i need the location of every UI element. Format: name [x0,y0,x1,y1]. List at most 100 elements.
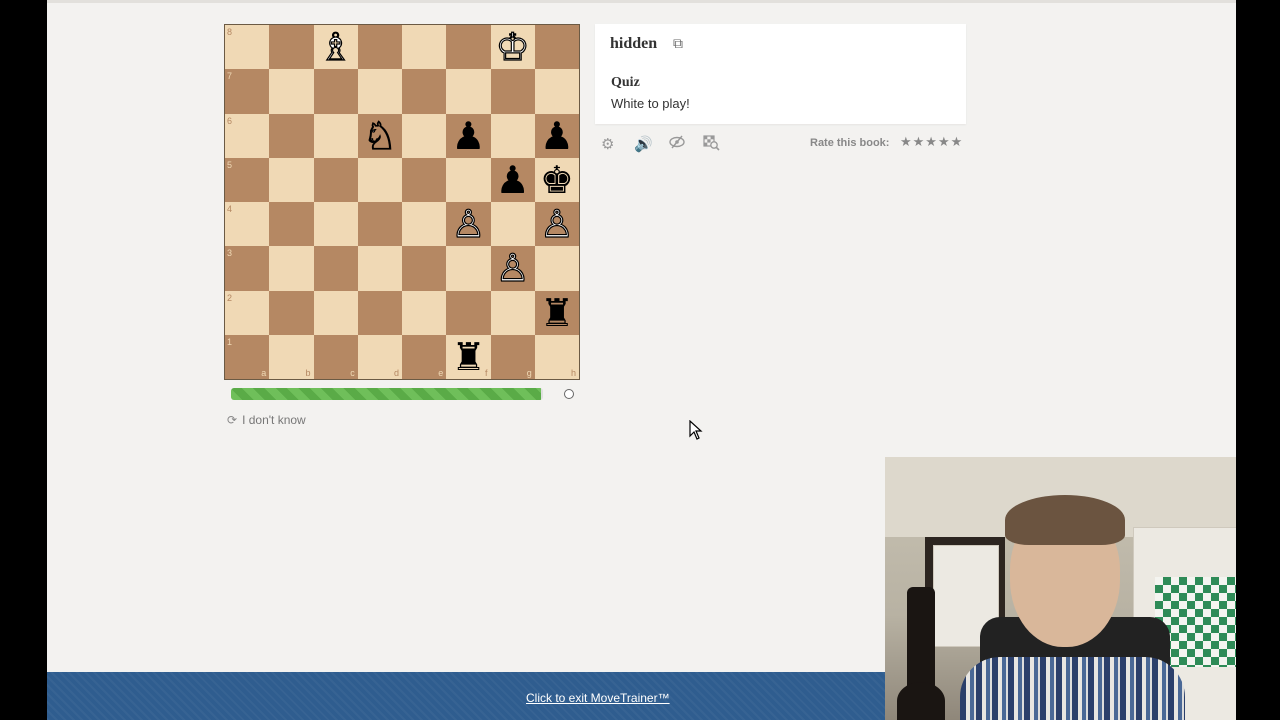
chapter-title: hidden [610,35,658,52]
file-label: d [393,368,399,378]
square-a1[interactable]: 1a [225,334,270,379]
square-b5[interactable] [269,157,314,202]
rank-label: 3 [227,248,233,259]
square-g1[interactable]: g [490,334,535,379]
external-link-icon[interactable]: ⧉ [673,36,683,52]
chess-board[interactable]: 8 ♗ ♔ 7 6 ♘ ♟ ♟ 5 ♟ ♚ 4 ♙ ♙ 3 ♙ 2 ♜ 1 a b c d e f ♜ g h [224,24,580,380]
eye-slash-icon[interactable] [669,135,685,153]
square-c5[interactable] [313,157,358,202]
white-pawn-piece[interactable]: ♙ [495,249,530,288]
square-g6[interactable] [490,113,535,158]
info-panel: hidden ⧉ Quiz White to play! [595,24,966,124]
progress-bar [231,388,543,400]
square-d1[interactable]: d [357,334,402,379]
square-e1[interactable]: e [402,334,447,379]
square-b7[interactable] [269,69,314,114]
gear-icon[interactable]: ⚙ [601,135,614,153]
square-f8[interactable] [446,25,491,70]
square-e8[interactable] [402,25,447,70]
exit-movetrainer-link[interactable]: Click to exit MoveTrainer™ [526,691,670,705]
square-f5[interactable] [446,157,491,202]
square-b6[interactable] [269,113,314,158]
black-pawn-piece: ♟ [451,113,486,158]
white-king-piece[interactable]: ♔ [495,28,530,67]
square-c4[interactable] [313,202,358,247]
quiz-instruction: White to play! [611,96,690,111]
square-f2[interactable] [446,290,491,335]
square-f4[interactable]: ♙ [446,202,491,247]
square-c1[interactable]: c [313,334,358,379]
square-b3[interactable] [269,246,314,291]
speaker-icon[interactable]: 🔊 [634,135,653,153]
rank-label: 7 [227,71,233,82]
square-f6[interactable]: ♟ [446,113,491,158]
webcam-overlay [885,457,1236,720]
square-g8[interactable]: ♔ [490,25,535,70]
square-h6[interactable]: ♟ [534,113,579,158]
square-c7[interactable] [313,69,358,114]
progress-end-marker [564,389,574,399]
square-f1[interactable]: f ♜ [446,334,491,379]
white-pawn-piece[interactable]: ♙ [451,205,486,244]
square-c2[interactable] [313,290,358,335]
file-label: a [261,368,267,378]
black-pawn-piece: ♟ [539,113,574,158]
square-h7[interactable] [534,69,579,114]
square-e5[interactable] [402,157,447,202]
square-h8[interactable] [534,25,579,70]
square-g5[interactable]: ♟ [490,157,535,202]
square-a3[interactable]: 3 [225,246,270,291]
white-bishop-piece[interactable]: ♗ [318,28,353,67]
refresh-icon: ⟳ [227,413,238,427]
file-label: g [526,368,532,378]
square-g2[interactable] [490,290,535,335]
square-c6[interactable] [313,113,358,158]
square-h5[interactable]: ♚ [534,157,579,202]
mouse-cursor-icon [689,420,703,440]
square-d3[interactable] [357,246,402,291]
square-c3[interactable] [313,246,358,291]
square-h4[interactable]: ♙ [534,202,579,247]
square-h2[interactable]: ♜ [534,290,579,335]
square-g4[interactable] [490,202,535,247]
square-e6[interactable] [402,113,447,158]
square-a8[interactable]: 8 [225,25,270,70]
square-d5[interactable] [357,157,402,202]
square-b4[interactable] [269,202,314,247]
square-e3[interactable] [402,246,447,291]
square-a2[interactable]: 2 [225,290,270,335]
square-a5[interactable]: 5 [225,157,270,202]
square-f7[interactable] [446,69,491,114]
square-d7[interactable] [357,69,402,114]
square-g3[interactable]: ♙ [490,246,535,291]
square-d4[interactable] [357,202,402,247]
square-c8[interactable]: ♗ [313,25,358,70]
square-a6[interactable]: 6 [225,113,270,158]
file-label: h [570,368,576,378]
square-d8[interactable] [357,25,402,70]
black-rook-piece: ♜ [539,290,574,335]
white-knight-piece[interactable]: ♘ [362,116,397,155]
square-a7[interactable]: 7 [225,69,270,114]
square-h3[interactable] [534,246,579,291]
quiz-label: Quiz [611,75,640,90]
square-f3[interactable] [446,246,491,291]
white-pawn-piece[interactable]: ♙ [539,205,574,244]
square-e2[interactable] [402,290,447,335]
rating-stars[interactable]: ★★★★★ [900,135,963,150]
square-b1[interactable]: b [269,334,314,379]
square-d6[interactable]: ♘ [357,113,402,158]
square-e7[interactable] [402,69,447,114]
square-a4[interactable]: 4 [225,202,270,247]
dont-know-button[interactable]: ⟳ I don't know [227,413,306,427]
square-e4[interactable] [402,202,447,247]
board-search-icon[interactable] [703,135,720,155]
square-b8[interactable] [269,25,314,70]
square-b2[interactable] [269,290,314,335]
square-h1[interactable]: h [534,334,579,379]
rank-label: 8 [227,27,233,37]
square-d2[interactable] [357,290,402,335]
rank-label: 1 [227,336,233,347]
top-divider [47,0,1236,3]
square-g7[interactable] [490,69,535,114]
